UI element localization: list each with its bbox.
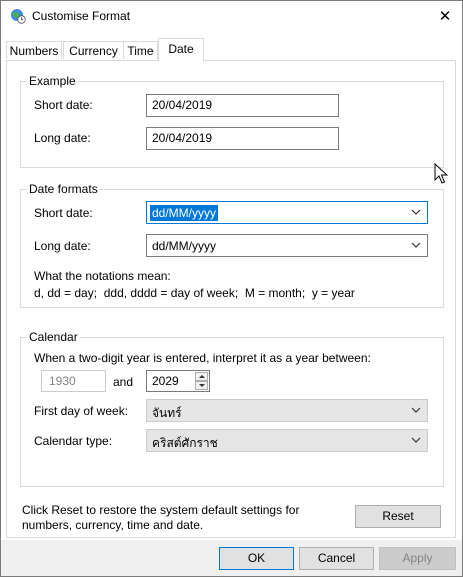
year-to-value: 2029 [152, 374, 179, 388]
tab-currency[interactable]: Currency [63, 41, 124, 59]
chevron-down-icon [411, 209, 421, 215]
apply-button[interactable]: Apply [379, 547, 456, 570]
calendar-type-combo[interactable]: คริสต์ศักราช [146, 429, 428, 452]
reset-button[interactable]: Reset [355, 505, 441, 528]
two-digit-year-text: When a two-digit year is entered, interp… [34, 351, 371, 365]
tab-strip: Numbers Currency Time Date [6, 38, 456, 61]
calendar-type-value: คริสต์ศักราช [152, 436, 218, 450]
spin-up-button[interactable] [195, 372, 208, 381]
year-from-field: 1930 [41, 370, 106, 392]
example-group-label: Example [27, 74, 78, 88]
notation-title: What the notations mean: [34, 269, 171, 283]
example-short-date-label: Short date: [34, 98, 93, 112]
date-formats-group-label: Date formats [27, 182, 100, 196]
chevron-down-icon [411, 437, 421, 443]
example-long-date-label: Long date: [34, 131, 91, 145]
example-long-date-field: 20/04/2019 [146, 127, 339, 150]
long-date-format-label: Long date: [34, 239, 91, 253]
spin-up-icon [199, 375, 205, 378]
first-day-of-week-value: จันทร์ [152, 406, 182, 420]
tab-date[interactable]: Date [158, 38, 204, 61]
tab-time[interactable]: Time [123, 41, 158, 59]
calendar-type-label: Calendar type: [34, 434, 113, 448]
cancel-button[interactable]: Cancel [299, 547, 374, 570]
short-date-format-combo[interactable]: dd/MM/yyyy [146, 201, 428, 224]
long-date-format-combo[interactable]: dd/MM/yyyy [146, 234, 428, 257]
globe-clock-icon [11, 9, 26, 24]
reset-description: Click Reset to restore the system defaul… [22, 503, 300, 532]
ok-button[interactable]: OK [219, 547, 294, 570]
long-date-format-value: dd/MM/yyyy [152, 239, 217, 253]
mouse-cursor-icon [434, 163, 448, 184]
first-day-of-week-label: First day of week: [34, 404, 129, 418]
example-short-date-field: 20/04/2019 [146, 94, 339, 117]
chevron-down-icon [411, 407, 421, 413]
short-date-format-label: Short date: [34, 206, 93, 220]
and-label: and [113, 375, 134, 389]
short-date-format-value: dd/MM/yyyy [150, 205, 219, 221]
calendar-group-label: Calendar [27, 330, 80, 344]
spin-down-button[interactable] [195, 381, 208, 390]
close-button[interactable]: ✕ [428, 1, 462, 30]
dialog-title: Customise Format [32, 9, 131, 23]
year-to-spinner[interactable]: 2029 [146, 370, 210, 392]
title-bar[interactable]: Customise Format [1, 1, 462, 31]
tab-numbers[interactable]: Numbers [6, 41, 62, 59]
notation-text: d, dd = day; ddd, dddd = day of week; M … [34, 286, 355, 300]
first-day-of-week-combo[interactable]: จันทร์ [146, 399, 428, 422]
close-icon: ✕ [438, 7, 452, 25]
spin-down-icon [199, 384, 205, 387]
chevron-down-icon [411, 242, 421, 248]
